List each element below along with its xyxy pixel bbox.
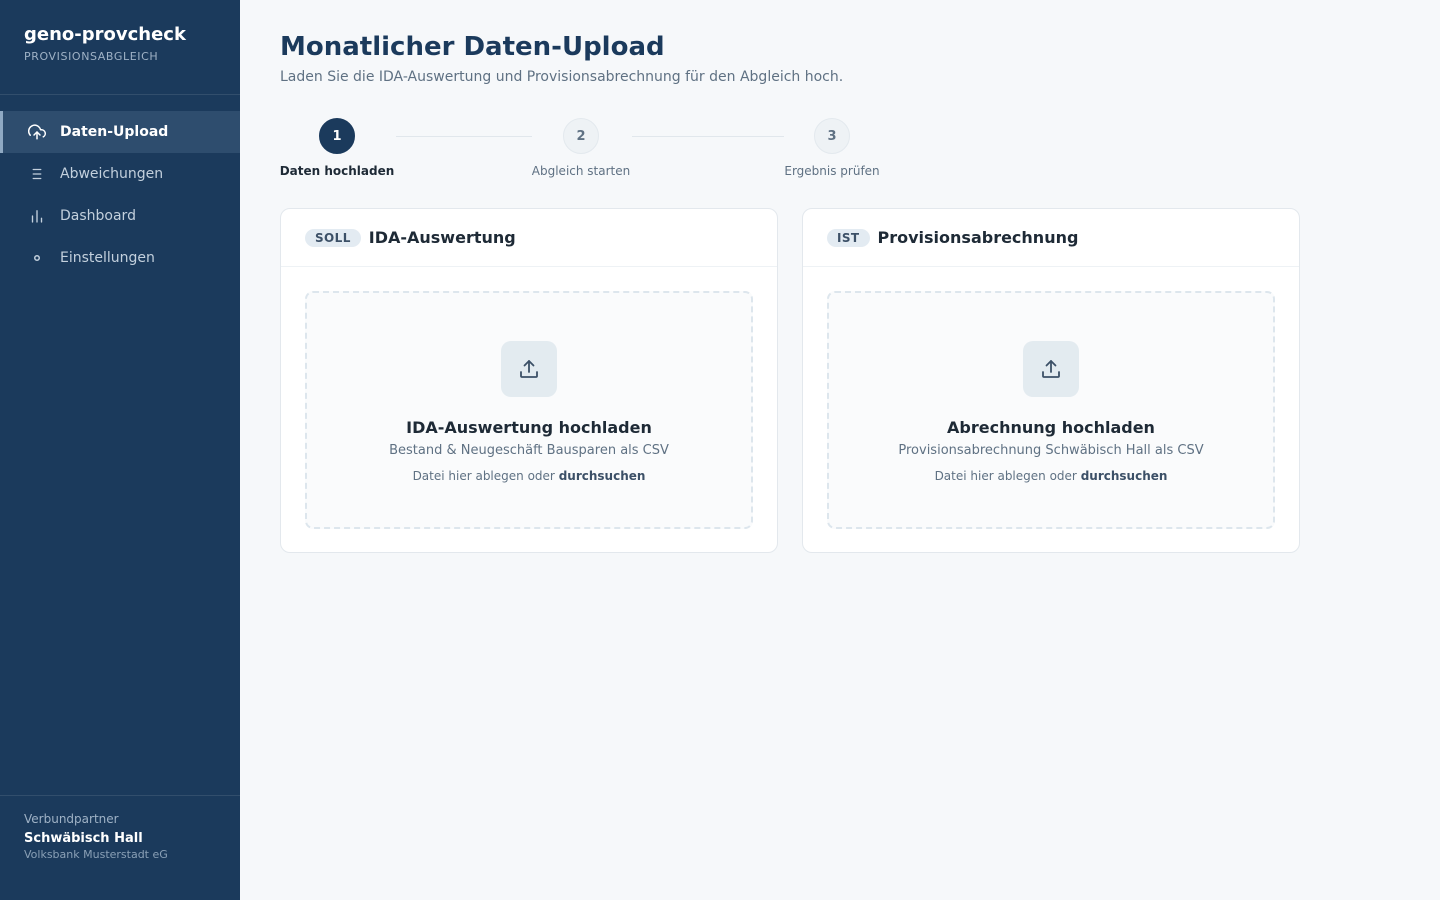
- card-header: SOLL IDA-Auswertung: [281, 209, 777, 267]
- sidebar-footer: Verbundpartner Schwäbisch Hall Volksbank…: [0, 795, 240, 900]
- cloud-upload-icon: [27, 122, 47, 142]
- main-content: Monatlicher Daten-Upload Laden Sie die I…: [240, 0, 1440, 900]
- upload-icon: [1023, 341, 1079, 397]
- ist-badge: IST: [827, 228, 870, 247]
- card-title: IDA-Auswertung: [368, 228, 516, 247]
- soll-badge: SOLL: [305, 228, 361, 247]
- sidebar-item-label: Abweichungen: [60, 166, 164, 182]
- drop-description: Provisionsabrechnung Schwäbisch Hall als…: [898, 443, 1204, 458]
- sidebar-nav: Daten-Upload Abweichungen Dashboard Eins…: [0, 95, 240, 279]
- sidebar-item-label: Dashboard: [60, 208, 136, 224]
- bar-chart-icon: [27, 206, 47, 226]
- drop-title: Abrechnung hochladen: [947, 418, 1155, 437]
- brand: geno-provcheck PROVISIONSABGLEICH: [0, 0, 240, 95]
- drop-hint-text: Datei hier ablegen oder: [934, 469, 1077, 483]
- sidebar-item-einstellungen[interactable]: Einstellungen: [0, 237, 240, 279]
- brand-title: geno-provcheck: [24, 24, 186, 45]
- step-connector: [396, 136, 532, 137]
- stepper: 1 Daten hochladen 2 Abgleich starten 3 E…: [280, 118, 920, 178]
- step-3: 3 Ergebnis prüfen: [784, 118, 880, 178]
- step-number: 3: [814, 118, 850, 154]
- browse-link[interactable]: durchsuchen: [1081, 469, 1168, 483]
- step-number: 2: [563, 118, 599, 154]
- drop-hint-text: Datei hier ablegen oder: [412, 469, 555, 483]
- drop-title: IDA-Auswertung hochladen: [406, 418, 652, 437]
- step-number: 1: [319, 118, 355, 154]
- step-connector: [632, 136, 784, 137]
- sidebar-item-label: Daten-Upload: [60, 124, 169, 140]
- footer-bank: Volksbank Musterstadt eG: [24, 848, 168, 861]
- step-2: 2 Abgleich starten: [532, 118, 630, 178]
- page-title: Monatlicher Daten-Upload: [280, 32, 665, 62]
- drop-hint: Datei hier ablegen oder durchsuchen: [935, 468, 1168, 484]
- page-subtitle: Laden Sie die IDA-Auswertung und Provisi…: [280, 69, 844, 85]
- upload-card-ida: SOLL IDA-Auswertung IDA-Auswertung hochl…: [280, 208, 778, 553]
- list-icon: [27, 164, 47, 184]
- upload-card-provision: IST Provisionsabrechnung Abrechnung hoch…: [802, 208, 1300, 553]
- upload-cards: SOLL IDA-Auswertung IDA-Auswertung hochl…: [280, 208, 1400, 553]
- footer-partner: Schwäbisch Hall: [24, 831, 143, 846]
- step-1: 1 Daten hochladen: [280, 118, 394, 178]
- sidebar: geno-provcheck PROVISIONSABGLEICH Daten-…: [0, 0, 240, 900]
- step-label: Ergebnis prüfen: [784, 164, 880, 178]
- drop-zone-ida[interactable]: IDA-Auswertung hochladen Bestand & Neuge…: [305, 291, 753, 529]
- brand-subtitle: PROVISIONSABGLEICH: [24, 50, 159, 63]
- sidebar-item-label: Einstellungen: [60, 250, 155, 266]
- footer-label: Verbundpartner: [24, 812, 119, 826]
- sidebar-item-abweichungen[interactable]: Abweichungen: [0, 153, 240, 195]
- drop-description: Bestand & Neugeschäft Bausparen als CSV: [389, 443, 669, 458]
- upload-icon: [501, 341, 557, 397]
- settings-icon: [27, 248, 47, 268]
- card-header: IST Provisionsabrechnung: [803, 209, 1299, 267]
- step-label: Abgleich starten: [531, 164, 631, 178]
- step-label: Daten hochladen: [279, 164, 395, 178]
- browse-link[interactable]: durchsuchen: [559, 469, 646, 483]
- drop-zone-provision[interactable]: Abrechnung hochladen Provisionsabrechnun…: [827, 291, 1275, 529]
- drop-hint: Datei hier ablegen oder durchsuchen: [413, 468, 646, 484]
- sidebar-item-daten-upload[interactable]: Daten-Upload: [0, 111, 240, 153]
- card-title: Provisionsabrechnung: [877, 228, 1079, 247]
- sidebar-item-dashboard[interactable]: Dashboard: [0, 195, 240, 237]
